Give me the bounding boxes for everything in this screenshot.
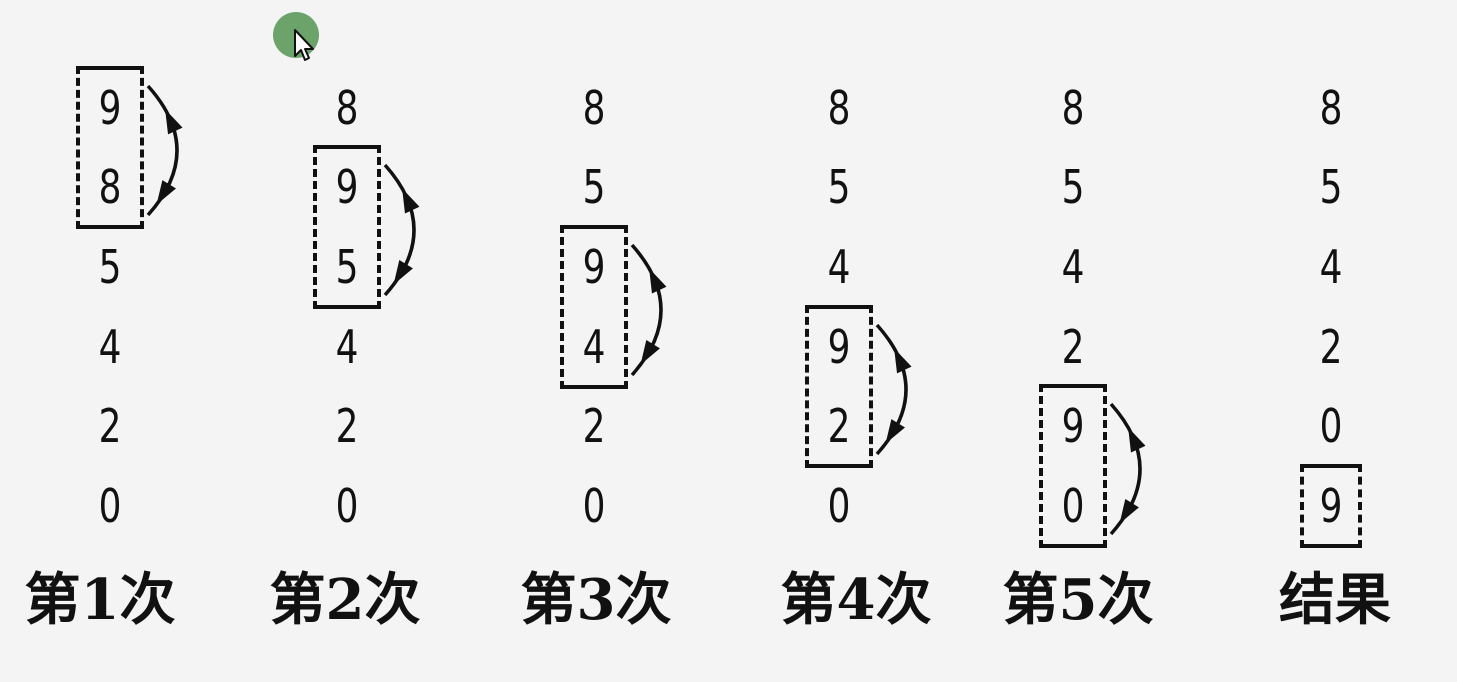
- bubble-sort-diagram: 9 8 5 4 2 0 第1次 8 9 5 4 2 0 第2次 8 5 9 4 2 0 第3次 8 5 4 9 2 0 第4次 8 5 4 2…: [0, 0, 1457, 682]
- arrowhead-up-icon: [649, 268, 667, 294]
- mouse-pointer-icon: [294, 29, 314, 61]
- arrowhead-up-icon: [894, 348, 912, 374]
- arrowhead-down-icon: [393, 259, 413, 285]
- arrowhead-up-icon: [165, 109, 183, 135]
- arrowhead-down-icon: [1119, 498, 1139, 524]
- arrowhead-up-icon: [1128, 427, 1146, 453]
- arrowhead-down-icon: [885, 419, 905, 444]
- arrowhead-down-icon: [156, 180, 176, 205]
- swap-arrows-layer: [146, 84, 1146, 536]
- arrowhead-down-icon: [640, 339, 660, 365]
- arrowhead-up-icon: [402, 188, 420, 214]
